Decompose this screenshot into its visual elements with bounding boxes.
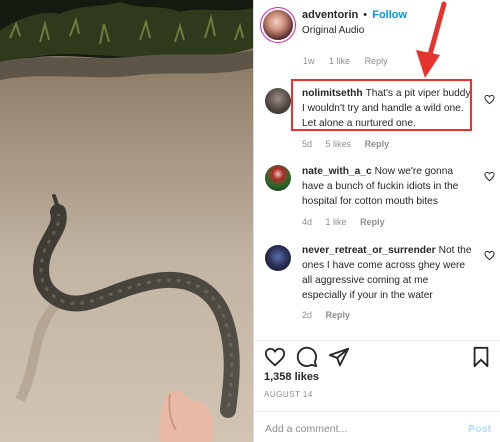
snake-video-frame	[0, 0, 253, 442]
audio-label[interactable]: Original Audio	[302, 23, 407, 38]
add-comment-bar: Add a comment... Post	[254, 411, 500, 442]
comment-input[interactable]: Add a comment...	[265, 423, 347, 435]
commenter-username[interactable]: nate_with_a_c	[302, 166, 372, 177]
post-actions: 1,358 likes AUGUST 14 Add a comment... P…	[254, 340, 500, 442]
comment-likes[interactable]: 5 likes	[326, 139, 352, 149]
author-avatar[interactable]	[263, 10, 293, 40]
reply-button[interactable]: Reply	[365, 139, 390, 149]
like-heart-icon[interactable]	[484, 94, 495, 105]
share-paper-plane-icon[interactable]	[328, 346, 350, 368]
separator-dot: •	[363, 9, 368, 21]
comment-age: 2d	[302, 310, 313, 320]
post-header: adventorin • Follow Original Audio	[254, 0, 500, 44]
like-heart-icon[interactable]	[484, 250, 495, 261]
commenter-avatar[interactable]	[265, 165, 291, 191]
comments-list[interactable]: 1w 1 like Reply nolimitsethh That's a pit…	[254, 44, 500, 340]
post-date: AUGUST 14	[264, 390, 313, 399]
reply-button[interactable]: Reply	[365, 56, 388, 66]
author-username[interactable]: adventorin	[302, 9, 358, 21]
comment-age: 4d	[302, 217, 313, 227]
previous-comment-meta: 1w 1 like Reply	[303, 56, 400, 66]
comment-meta: 2d Reply	[302, 310, 361, 320]
like-count[interactable]: 1,358 likes	[264, 371, 319, 383]
post-video[interactable]	[0, 0, 253, 442]
comment-bubble-icon[interactable]	[296, 346, 318, 368]
comment-age: 1w	[303, 56, 315, 66]
reply-button[interactable]: Reply	[360, 217, 385, 227]
reply-button[interactable]: Reply	[326, 310, 351, 320]
comment-age: 5d	[302, 139, 313, 149]
commenter-avatar[interactable]	[265, 245, 291, 271]
bookmark-icon[interactable]	[471, 346, 491, 368]
commenter-username[interactable]: never_retreat_or_surrender	[302, 245, 436, 256]
post-button[interactable]: Post	[468, 423, 491, 435]
comment-meta: 5d 5 likes Reply	[302, 139, 400, 149]
comment-likes[interactable]: 1 like	[329, 56, 350, 66]
commenter-avatar[interactable]	[265, 88, 291, 114]
comment-likes[interactable]: 1 like	[326, 217, 347, 227]
like-heart-icon[interactable]	[484, 171, 495, 182]
highlight-box	[291, 79, 472, 131]
follow-button[interactable]: Follow	[372, 9, 407, 21]
like-heart-icon[interactable]	[264, 346, 286, 368]
post-side-panel: adventorin • Follow Original Audio 1w 1 …	[253, 0, 500, 442]
comment-meta: 4d 1 like Reply	[302, 217, 396, 227]
